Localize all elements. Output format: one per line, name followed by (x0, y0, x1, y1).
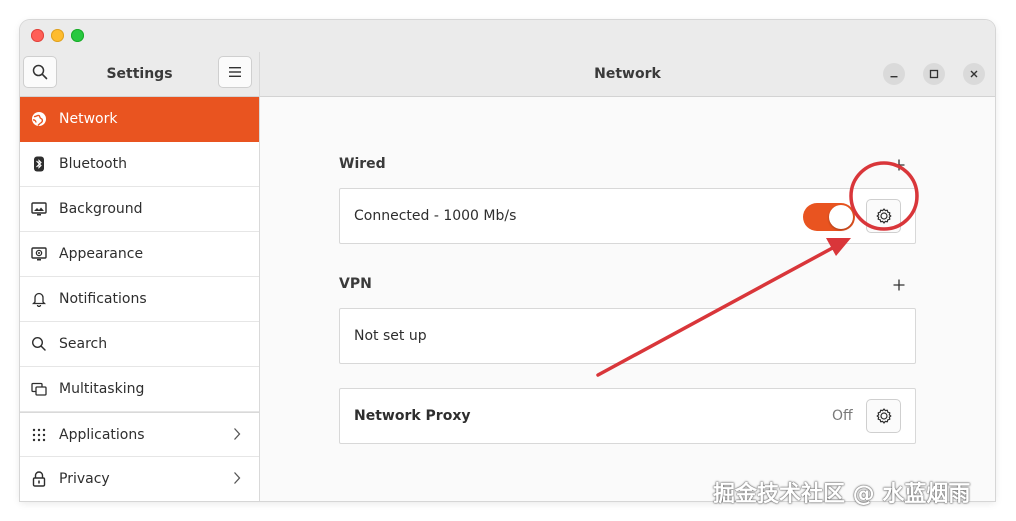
sidebar-item-applications[interactable]: Applications (20, 412, 259, 457)
search-button[interactable] (23, 56, 57, 88)
sidebar-item-label: Applications (59, 426, 145, 443)
gear-icon (876, 208, 891, 224)
sidebar-item-background[interactable]: Background (20, 187, 259, 232)
background-icon (30, 200, 48, 218)
sidebar-item-search[interactable]: Search (20, 322, 259, 367)
main-menu-button[interactable] (218, 56, 252, 88)
add-wired-button[interactable] (890, 156, 908, 174)
network-proxy-settings-button[interactable] (866, 399, 901, 433)
search-icon (30, 335, 48, 353)
network-icon (30, 110, 48, 128)
sidebar-item-label: Network (59, 111, 118, 127)
sidebar-item-label: Search (59, 336, 108, 352)
vpn-section-label: VPN (339, 276, 372, 292)
bluetooth-icon (30, 155, 48, 173)
search-icon (32, 64, 48, 80)
sidebar: Settings Network Bluetooth Background Ap… (20, 52, 260, 501)
sidebar-item-multitasking[interactable]: Multitasking (20, 367, 259, 412)
zoom-window-dot[interactable] (71, 29, 84, 42)
appearance-icon (30, 245, 48, 263)
add-vpn-button[interactable] (890, 276, 908, 294)
sidebar-header: Settings (20, 52, 259, 97)
network-proxy-status: Off (832, 408, 853, 424)
chevron-right-icon (233, 427, 241, 445)
sidebar-item-label: Appearance (59, 246, 144, 262)
watermark: 掘金技术社区 @ 水蓝烟雨 (713, 482, 971, 507)
wired-settings-button[interactable] (866, 199, 901, 233)
applications-icon (30, 426, 48, 444)
sidebar-item-label: Background (59, 201, 143, 217)
maximize-button[interactable] (923, 63, 945, 85)
sidebar-item-label: Privacy (59, 471, 110, 487)
wired-toggle-switch[interactable] (803, 203, 855, 231)
sidebar-item-notifications[interactable]: Notifications (20, 277, 259, 322)
sidebar-item-bluetooth[interactable]: Bluetooth (20, 142, 259, 187)
wired-section-label: Wired (339, 156, 386, 172)
sidebar-item-label: Bluetooth (59, 156, 127, 172)
close-window-dot[interactable] (31, 29, 44, 42)
sidebar-item-label: Multitasking (59, 381, 145, 397)
sidebar-title: Settings (106, 66, 173, 82)
window-titlebar (20, 20, 995, 52)
main-header: Network (260, 52, 995, 97)
settings-window: Settings Network Bluetooth Background Ap… (20, 20, 995, 501)
network-proxy-label: Network Proxy (354, 408, 471, 424)
network-proxy-row[interactable]: Network Proxy Off (339, 388, 916, 444)
sidebar-item-label: Notifications (59, 291, 147, 307)
privacy-icon (30, 470, 48, 488)
maximize-icon (929, 69, 939, 79)
plus-icon (893, 279, 905, 291)
minimize-window-dot[interactable] (51, 29, 64, 42)
notifications-icon (30, 290, 48, 308)
gear-icon (876, 408, 891, 424)
toggle-knob (829, 205, 853, 229)
minimize-button[interactable] (883, 63, 905, 85)
chevron-right-icon (233, 471, 241, 489)
vpn-status: Not set up (354, 328, 427, 344)
multitasking-icon (30, 380, 48, 398)
wired-status: Connected - 1000 Mb/s (354, 208, 517, 224)
sidebar-item-network[interactable]: Network (20, 97, 259, 142)
hamburger-menu-icon (229, 67, 241, 77)
network-panel: Network Wired Connected - 1000 Mb/s VPN … (260, 52, 995, 501)
minimize-icon (890, 76, 898, 78)
sidebar-list: Network Bluetooth Background Appearance (20, 97, 259, 501)
vpn-row: Not set up (339, 308, 916, 364)
wired-connection-row: Connected - 1000 Mb/s (339, 188, 916, 244)
close-button[interactable] (963, 63, 985, 85)
close-icon (970, 70, 978, 78)
plus-icon (893, 159, 905, 171)
sidebar-item-appearance[interactable]: Appearance (20, 232, 259, 277)
sidebar-item-privacy[interactable]: Privacy (20, 457, 259, 501)
